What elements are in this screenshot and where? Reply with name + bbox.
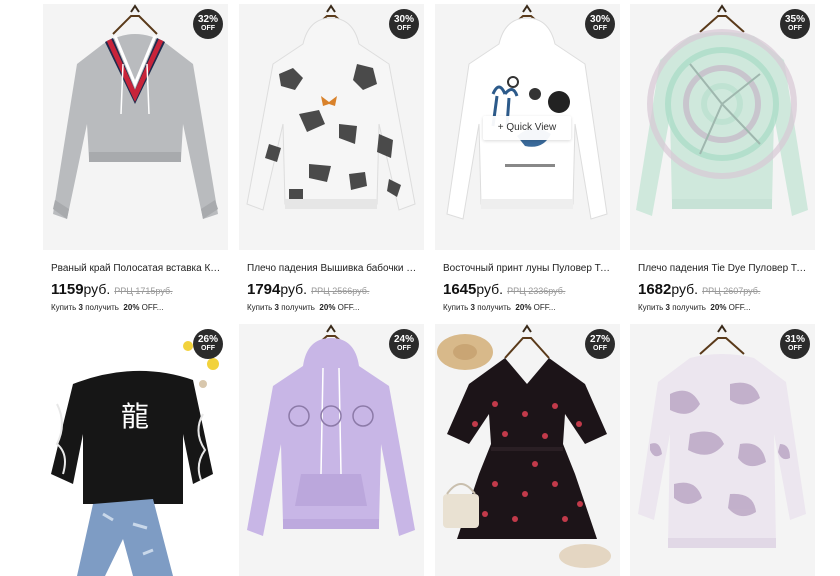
product-image[interactable]: 30% OFF [239,4,424,250]
price-row: 1794руб. РРЦ 2566руб. [247,280,417,298]
product-image[interactable]: 27% OFF [435,324,620,576]
price-row: 1682руб. РРЦ 2607руб. [638,280,808,298]
currency: руб. [83,281,111,297]
promo-text: Купить 3 получить 20% OFF... [247,303,360,312]
currency: руб. [476,281,504,297]
product-title[interactable]: Восточный принт луны Пуловер Тол... [443,262,613,275]
product-image[interactable]: 35% OFF [630,4,815,250]
promo-text: Купить 3 получить 20% OFF... [638,303,751,312]
promo-text: Купить 3 получить 20% OFF... [51,303,164,312]
old-price: РРЦ 2336руб. [507,286,566,296]
currency: руб. [671,281,699,297]
product-title[interactable]: Плечо падения Tie Dye Пуловер Тол... [638,262,808,275]
discount-badge: 32% OFF [193,9,223,39]
discount-badge: 24% OFF [389,329,419,359]
product-title[interactable]: Рваный край Полосатая вставка Кор... [51,262,221,275]
price-row: 1159руб. РРЦ 1715руб. [51,280,221,298]
product-image[interactable]: 31% OFF [630,324,815,576]
discount-badge: 26% OFF [193,329,223,359]
product-image[interactable]: 龍 26% OFF [43,324,228,576]
old-price: РРЦ 2607руб. [702,286,761,296]
discount-badge: 31% OFF [780,329,810,359]
price: 1682 [638,281,672,298]
price: 1159 [51,281,84,298]
product-image[interactable]: 32% OFF [43,4,228,250]
discount-badge: 35% OFF [780,9,810,39]
product-image[interactable]: 30% OFF + Quick View [435,4,620,250]
currency: руб. [280,281,308,297]
old-price: РРЦ 2566руб. [311,286,370,296]
discount-badge: 30% OFF [389,9,419,39]
promo-text: Купить 3 получить 20% OFF... [443,303,556,312]
product-image[interactable]: 24% OFF [239,324,424,576]
price: 1794 [247,281,281,298]
old-price: РРЦ 1715руб. [114,286,173,296]
quick-view-button[interactable]: + Quick View [483,116,571,140]
discount-badge: 30% OFF [585,9,615,39]
price: 1645 [443,281,477,298]
product-title[interactable]: Плечо падения Вышивка бабочки Tie... [247,262,417,275]
dragon-glyph: 龍 [121,400,149,433]
price-row: 1645руб. РРЦ 2336руб. [443,280,613,298]
discount-badge: 27% OFF [585,329,615,359]
